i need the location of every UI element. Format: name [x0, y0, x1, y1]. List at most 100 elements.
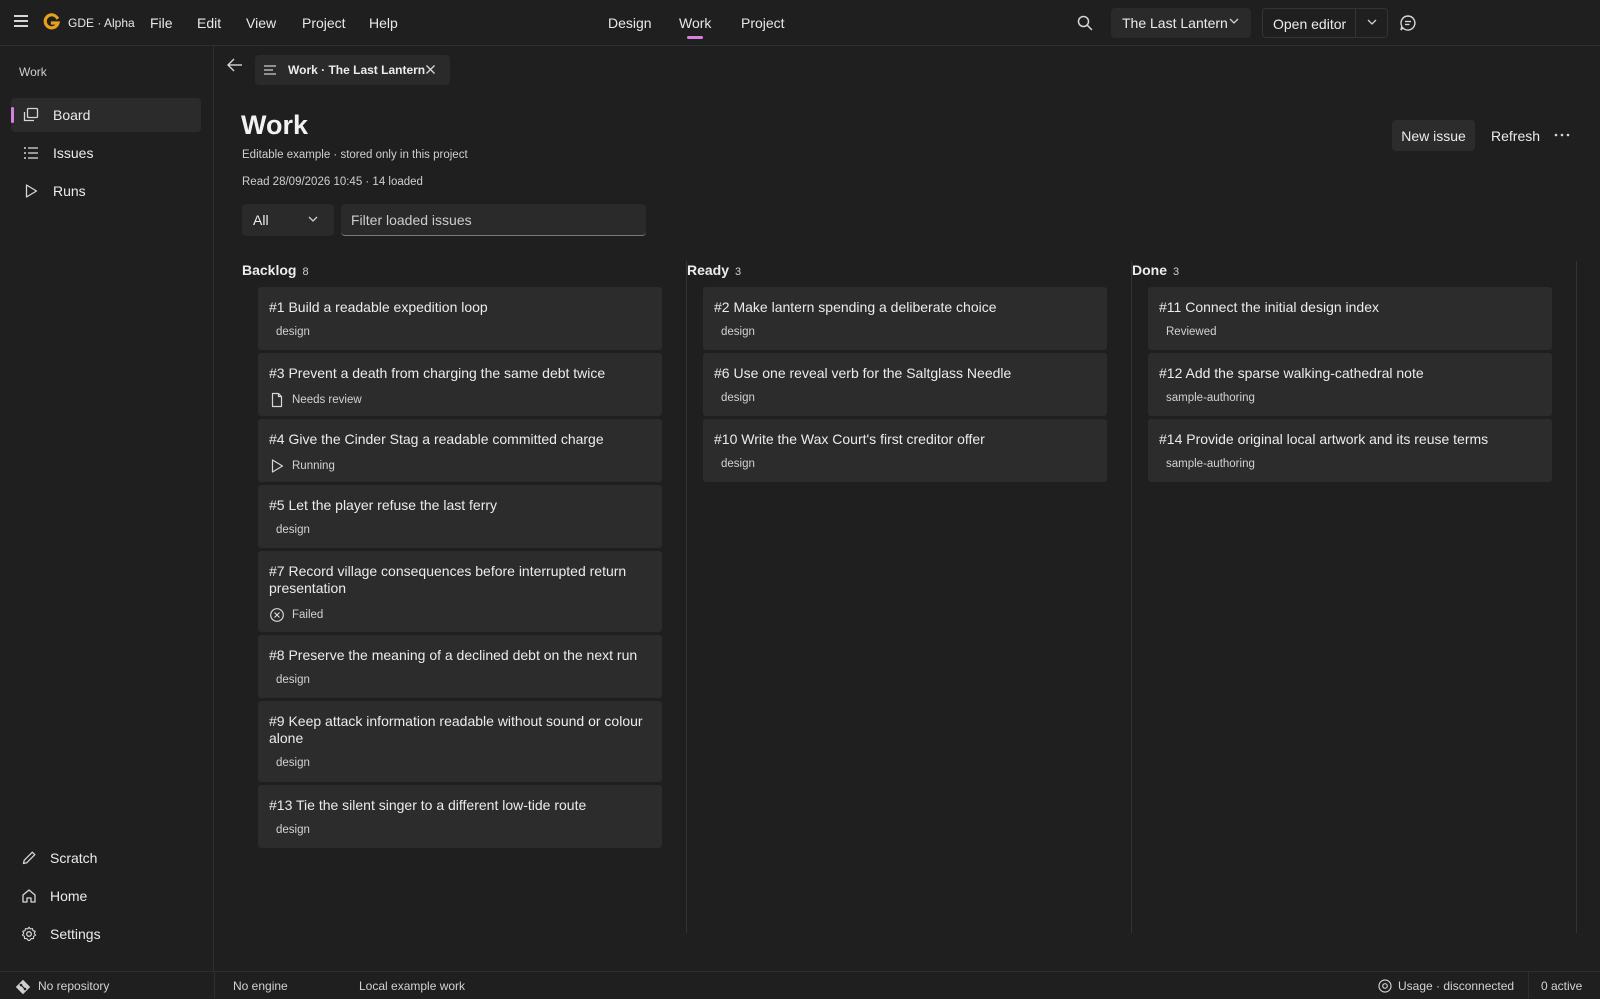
sidebar-item-runs[interactable]: Runs	[11, 174, 201, 208]
status-bar: No repository No engine Local example wo…	[0, 971, 1600, 999]
issue-card[interactable]: #9 Keep attack information readable with…	[258, 701, 662, 782]
menu-lines-icon	[264, 65, 276, 75]
issue-card[interactable]: #2 Make lantern spending a deliberate ch…	[703, 287, 1107, 350]
nav-tab-design[interactable]: Design	[608, 15, 652, 31]
issue-title: #9 Keep attack information readable with…	[269, 713, 643, 746]
tab-label: Work · The Last Lantern	[288, 63, 426, 77]
sidebar-item-issues[interactable]: Issues	[11, 136, 201, 170]
usage-status[interactable]: Usage · disconnected	[1398, 979, 1514, 993]
read-info: Read 28/09/2026 10:45 · 14 loaded	[242, 176, 423, 188]
column-title: Ready	[687, 262, 730, 278]
new-issue-button[interactable]: New issue	[1392, 120, 1475, 151]
status-divider	[1528, 972, 1529, 999]
issue-card[interactable]: #7 Record village consequences before in…	[258, 551, 662, 632]
sidebar-item-home[interactable]: Home	[11, 879, 201, 913]
chat-icon[interactable]	[1398, 13, 1418, 33]
issue-title: #13 Tie the silent singer to a different…	[269, 797, 587, 813]
project-selector[interactable]: The Last Lantern	[1111, 8, 1251, 38]
sidebar-item-label: Scratch	[50, 850, 98, 866]
menu-edit[interactable]: Edit	[197, 15, 221, 31]
chevron-down-icon	[1229, 18, 1239, 24]
issue-label: design	[276, 326, 310, 338]
issue-meta: Failed	[269, 607, 323, 623]
issue-title: #6 Use one reveal verb for the Saltglass…	[714, 365, 1012, 381]
issue-title: #8 Preserve the meaning of a declined de…	[269, 647, 638, 663]
issue-label: design	[276, 524, 310, 536]
sidebar-item-label: Runs	[53, 183, 86, 199]
open-editor-split-button[interactable]: Open editor	[1262, 8, 1388, 38]
hamburger-menu-icon[interactable]	[14, 15, 28, 27]
sidebar-item-settings[interactable]: Settings	[11, 917, 201, 951]
column-divider	[686, 261, 687, 933]
issue-card[interactable]: #3 Prevent a death from charging the sam…	[258, 353, 662, 416]
sidebar-item-label: Settings	[50, 926, 101, 942]
git-branch-icon	[15, 979, 31, 995]
issue-card[interactable]: #4 Give the Cinder Stag a readable commi…	[258, 419, 662, 482]
issue-card[interactable]: #1 Build a readable expedition loop desig…	[258, 287, 662, 350]
refresh-button[interactable]: Refresh	[1491, 128, 1540, 144]
issue-meta: sample-authoring	[1159, 392, 1255, 404]
gear-icon	[21, 926, 37, 941]
issue-card[interactable]: #11 Connect the initial design index Revi…	[1148, 287, 1552, 350]
active-count: 0 active	[1541, 979, 1583, 993]
open-editor-button[interactable]: Open editor	[1273, 16, 1346, 32]
column-header-ready: Ready 3	[687, 262, 741, 278]
list-icon	[24, 147, 38, 159]
issue-meta: Reviewed	[1159, 326, 1217, 338]
document-icon	[269, 392, 285, 408]
issue-card[interactable]: #12 Add the sparse walking-cathedral not…	[1148, 353, 1552, 416]
issue-title: #5 Let the player refuse the last ferry	[269, 497, 498, 513]
issue-title: #1 Build a readable expedition loop	[269, 299, 488, 315]
issue-card[interactable]: #10 Write the Wax Court's first creditor…	[703, 419, 1107, 482]
issue-label: design	[276, 824, 310, 836]
issue-meta: design	[269, 326, 310, 338]
issue-meta: design	[269, 824, 310, 836]
close-icon[interactable]	[425, 64, 436, 75]
engine-status[interactable]: No engine	[233, 979, 288, 993]
column-divider	[1576, 261, 1577, 933]
document-tab[interactable]: Work · The Last Lantern	[255, 55, 450, 85]
nav-tab-work[interactable]: Work	[679, 15, 711, 31]
more-options-icon[interactable]	[1553, 126, 1571, 144]
menu-file[interactable]: File	[150, 15, 173, 31]
column-title: Backlog	[242, 262, 297, 278]
sidebar-item-board[interactable]: Board	[11, 98, 201, 132]
issue-title: #11 Connect the initial design index	[1159, 299, 1380, 315]
filter-issues-input[interactable]	[341, 204, 646, 236]
sidebar-item-scratch[interactable]: Scratch	[11, 841, 201, 875]
issue-meta: sample-authoring	[1159, 458, 1255, 470]
issue-card[interactable]: #13 Tie the silent singer to a different…	[258, 785, 662, 848]
column-header-done: Done 3	[1132, 262, 1179, 278]
issue-meta: Needs review	[269, 392, 362, 408]
work-source-status[interactable]: Local example work	[359, 979, 465, 993]
issue-title: #2 Make lantern spending a deliberate ch…	[714, 299, 997, 315]
back-arrow-icon[interactable]	[226, 57, 244, 73]
issue-meta: design	[269, 524, 310, 536]
issue-title: #7 Record village consequences before in…	[269, 563, 627, 596]
issue-meta: design	[714, 458, 755, 470]
issue-label: design	[721, 326, 755, 338]
issue-card[interactable]: #8 Preserve the meaning of a declined de…	[258, 635, 662, 698]
menu-view[interactable]: View	[246, 15, 276, 31]
sidebar-item-label: Issues	[53, 145, 94, 161]
issue-label: design	[276, 674, 310, 686]
issue-card[interactable]: #6 Use one reveal verb for the Saltglass…	[703, 353, 1107, 416]
issue-card[interactable]: #14 Provide original local artwork and i…	[1148, 419, 1552, 482]
menu-help[interactable]: Help	[369, 15, 398, 31]
column-count: 3	[1173, 266, 1180, 278]
chevron-down-icon[interactable]	[1367, 18, 1377, 26]
sidebar-item-label: Home	[50, 888, 88, 904]
top-bar: GDE · Alpha File Edit View Project Help …	[0, 0, 1600, 46]
issue-status: Failed	[292, 609, 324, 621]
nav-tab-project[interactable]: Project	[741, 15, 785, 31]
menu-project[interactable]: Project	[302, 15, 346, 31]
issue-card[interactable]: #5 Let the player refuse the last ferry d…	[258, 485, 662, 548]
repository-status[interactable]: No repository	[38, 979, 109, 993]
column-count: 8	[302, 266, 309, 278]
issue-title: #4 Give the Cinder Stag a readable commi…	[269, 431, 604, 447]
issue-meta: Running	[269, 458, 335, 474]
issue-label: design	[721, 458, 755, 470]
search-icon[interactable]	[1076, 14, 1094, 32]
status-filter-select[interactable]: All	[242, 204, 334, 236]
page-title: Work	[241, 110, 309, 140]
